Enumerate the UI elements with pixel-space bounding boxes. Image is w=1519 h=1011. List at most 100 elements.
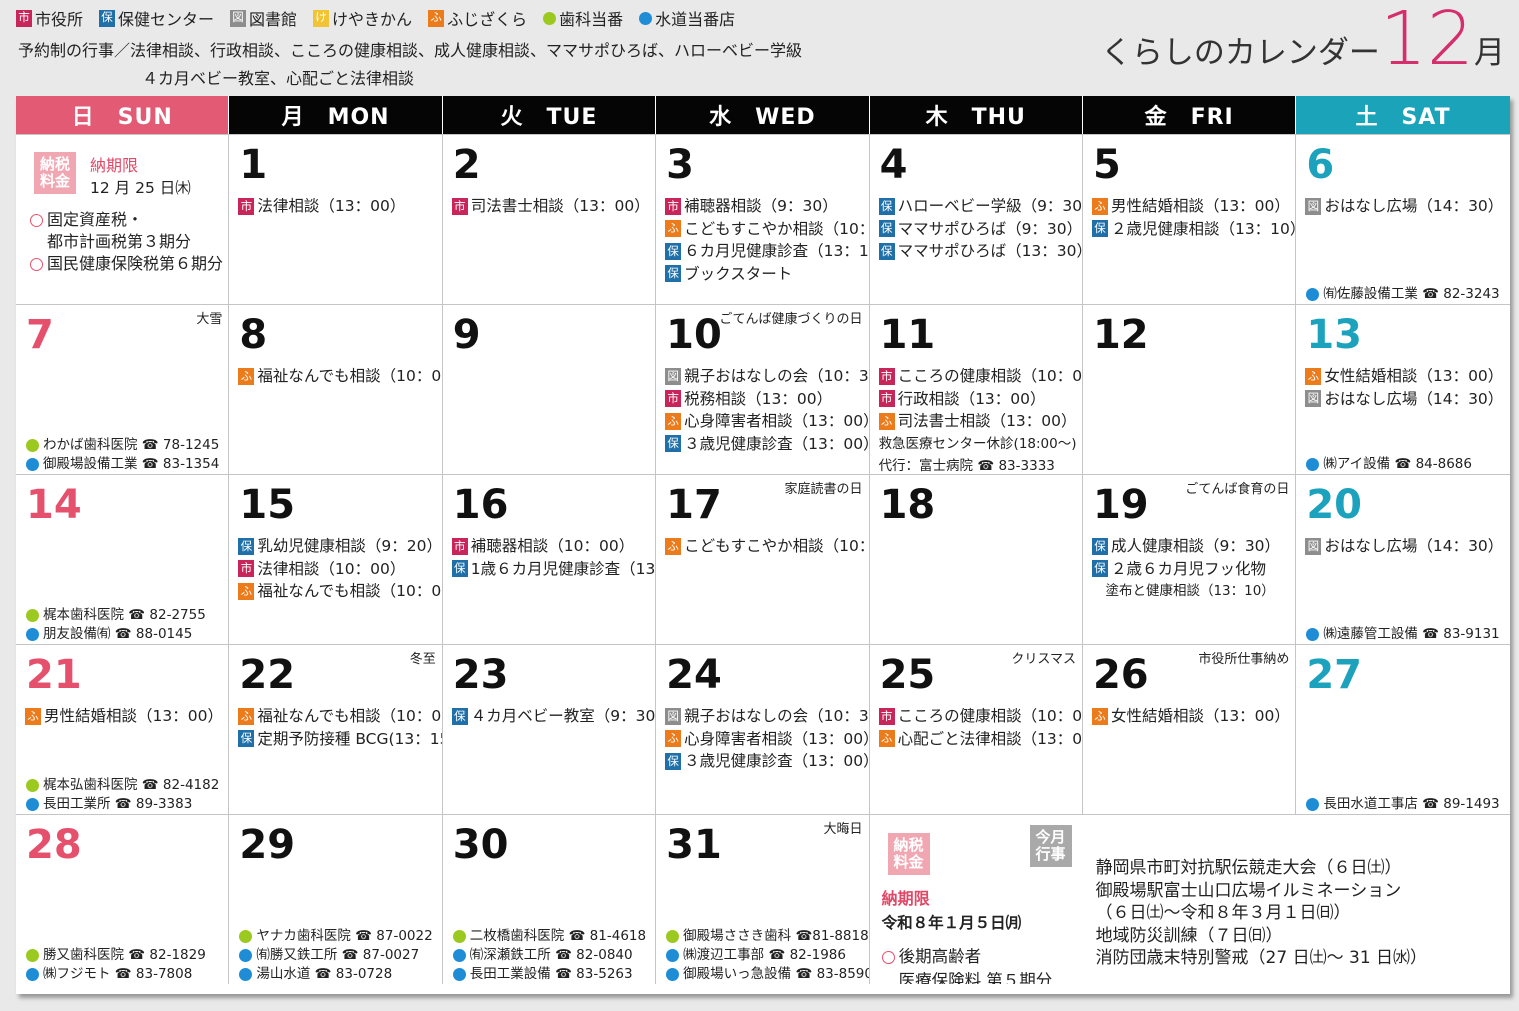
event-item[interactable]: 保ママサポひろば（13：30） [878,240,1082,263]
day-cell[interactable]: 28 勝又歯科医院 ☎ 82-1829 ㈱フジモト ☎ 83-7808 [16,815,230,984]
day-cell[interactable]: 14 梶本歯科医院 ☎ 82-2755 朋友設備㈲ ☎ 88-0145 [16,475,230,644]
event-item[interactable]: 保乳幼児健康相談（9：20） [238,535,442,558]
day-cell[interactable]: 8 ふ福祉なんでも相談（10：00） [229,305,443,474]
event-item[interactable]: ふ心身障害者相談（13：00） [665,728,869,751]
event-item[interactable]: 保成人健康相談（9：30） [1091,535,1293,558]
day-cell[interactable]: 30 二枚橋歯科医院 ☎ 81-4618 ㈲深瀬鉄工所 ☎ 82-0840 長田工業設… [443,815,657,984]
day-cell[interactable]: 5 ふ男性結婚相談（13：00）保 ２歳児健康相談（13：10） [1083,135,1297,304]
day-cell[interactable]: 24図親子おはなしの会（10：30）ふ心身障害者相談（13：00）保３歳児健康診… [656,645,870,814]
event-item[interactable]: 保定期予防接種 BCG(13：15) [238,728,442,751]
legend-item-suido: 水道当番店 [639,6,735,30]
day-cell[interactable]: 3市補聴器相談（9：30）ふこどもすこやか相談（10：00）保６カ月児健康診査（… [656,135,870,304]
day-cell[interactable]: 26 市役所仕事納めふ女性結婚相談（13：00） [1083,645,1297,814]
event-item[interactable]: 市行政相談（13：00） [878,388,1080,411]
event-item[interactable]: ふ女性結婚相談（13：00） [1091,705,1293,728]
day-cell[interactable]: 25クリスマス市こころの健康相談（10：00）ふ心配ごと法律相談（13：00） [870,645,1083,814]
event-item[interactable]: ふ福祉なんでも相談（10：00） [238,580,442,603]
day-cell[interactable]: 6 図おはなし広場（14：30） ㈲佐藤設備工業 ☎ 82-3243 [1296,135,1509,304]
event-item[interactable]: ふ福祉なんでも相談（10：00） [238,705,442,728]
event-text: 税務相談（13：00） [684,389,833,408]
event-item[interactable]: 保 ２歳児健康相談（13：10） [1091,218,1295,241]
event-item[interactable]: ふ女性結婚相談（13：00） [1305,365,1507,388]
event-item[interactable]: 図おはなし広場（14：30） [1305,535,1507,558]
duty-contact-text: 御殿場いっ急設備 ☎ 83-8590 [683,966,870,982]
day-cell[interactable]: 21 ふ男性結婚相談（13：00） 梶本弘歯科医院 ☎ 82-4182 長田工業所 ☎… [16,645,230,814]
event-item[interactable]: 保 ４カ月ベビー教室（9：30） [451,705,655,728]
day-number: 21 [26,652,82,698]
event-item[interactable]: 保ママサポひろば（9：30） [878,218,1082,241]
event-item[interactable]: ふ心配ごと法律相談（13：00） [878,728,1082,751]
event-item[interactable]: ふ心身障害者相談（13：00） [665,410,869,433]
fujizakura-icon: ふ [1091,707,1108,725]
title-text: くらしのカレンダー [1100,35,1380,71]
event-item[interactable]: 保 ３歳児健康診査（13：00） [665,750,870,773]
day-cell[interactable]: 1 市法律相談（13：00） [229,135,443,304]
day-cell[interactable]: 29 ヤナカ歯科医院 ☎ 87-0022 ㈲勝又鉄工所 ☎ 87-0027 湯山水道 … [229,815,443,984]
event-text: ６カ月児健康診査（13：10） [684,242,869,260]
day-cell[interactable]: 17 家庭読書の日ふこどもすこやか相談（10：00） [656,475,870,644]
event-item[interactable]: 保 ２歳６カ月児フッ化物 [1091,558,1293,581]
event-item[interactable]: 図おはなし広場（14：30） [1305,388,1507,411]
event-item[interactable]: 市補聴器相談（10：00） [451,535,653,558]
event-list: 保 ４カ月ベビー教室（9：30） [451,705,655,728]
event-item[interactable]: ふ男性結婚相談（13：00） [1091,195,1293,218]
event-item[interactable]: 救急医療センター休診(18:00～) [879,433,1080,456]
event-item[interactable]: 図親子おはなしの会（10：30） [665,705,869,728]
fujizakura-icon: ふ [665,220,682,238]
day-cell[interactable]: 22冬至ふ福祉なんでも相談（10：00）保定期予防接種 BCG(13：15) [229,645,443,814]
event-item[interactable]: 市税務相談（13：00） [665,388,866,411]
day-cell[interactable]: 10ごてんば健康づくりの日図親子おはなしの会（10：30）市税務相談（13：00… [656,305,870,474]
duty-contacts: 二枚橋歯科医院 ☎ 81-4618 ㈲深瀬鉄工所 ☎ 82-0840 長田工業設備 … [452,927,646,984]
day-note: 大晦日 [823,822,863,837]
event-item[interactable]: 代行：富士病院 ☎ 83-3333 [879,455,1080,474]
day-cell[interactable]: 31 大晦日 御殿場ささき歯科 ☎81-8818 ㈱渡辺工事部 ☎ 82-1986 御殿… [656,815,870,984]
event-item[interactable]: ふ福祉なんでも相談（10：00） [238,365,442,388]
event-item[interactable]: 市こころの健康相談（10：00） [878,705,1082,728]
fujizakura-icon: ふ [1305,367,1322,385]
event-list: 市司法書士相談（13：00） [451,195,653,218]
health-center-icon: 保 [1091,220,1108,238]
city-hall-icon: 市 [878,707,895,725]
event-item[interactable]: 図おはなし広場（14：30） [1305,195,1507,218]
day-cell[interactable]: 16市補聴器相談（10：00）保1歳６カ月児健康診査（13：10） [443,475,657,644]
event-item[interactable]: 保 ３歳児健康診査（13：00） [665,433,869,456]
day-cell[interactable]: 20 図おはなし広場（14：30） ㈱遠藤管工設備 ☎ 83-9131 [1296,475,1509,644]
event-item[interactable]: 市法律相談（10：00） [238,558,439,581]
event-text: ３歳児健康診査（13：00） [684,752,870,770]
event-item[interactable]: 保1歳６カ月児健康診査（13：10） [451,558,655,581]
tax-deadline-box-2: 納税 料金 納期限 令和８年１月５日㈪ [882,833,1021,932]
event-item[interactable]: ふこどもすこやか相談（10：00） [665,535,869,558]
event-item[interactable]: 市法律相談（13：00） [238,195,439,218]
event-item[interactable]: 保ハローベビー学級（9：30） [878,195,1082,218]
duty-contact: 長田工業所 ☎ 89-3383 [26,795,219,814]
event-item[interactable]: 市こころの健康相談（10：00） [878,365,1082,388]
day-cell[interactable]: 4 保ハローベビー学級（9：30）保ママサポひろば（9：30）保ママサポひろば（1… [870,135,1083,304]
duty-contact-text: ㈲勝又鉄工所 ☎ 87-0027 [256,947,420,963]
event-item[interactable]: 保ブックスタート [665,263,866,286]
day-cell[interactable]: 19 ごてんば食育の日保成人健康相談（9：30）保 ２歳６カ月児フッ化物 塗布と健康… [1083,475,1297,644]
day-number: 8 [239,312,268,358]
day-cell[interactable]: 11市こころの健康相談（10：00）市行政相談（13：00）ふ司法書士相談（13… [870,305,1083,474]
event-list: 保乳幼児健康相談（9：20）市法律相談（10：00）ふ福祉なんでも相談（10：0… [238,535,442,603]
day-cell[interactable]: 12 [1083,305,1297,474]
day-cell[interactable]: 7 大雪 わかば歯科医院 ☎ 78-1245 御殿場設備工業 ☎ 83-1354 [16,305,230,474]
day-cell[interactable]: 27 長田水道工事店 ☎ 89-1493 [1296,645,1509,814]
day-cell[interactable]: 2 市司法書士相談（13：00） [443,135,657,304]
event-item[interactable]: ふ男性結婚相談（13：00） [25,705,226,728]
event-item[interactable]: 塗布と健康相談（13：10） [1092,580,1293,603]
day-number: 15 [239,482,296,528]
day-cell[interactable]: 23 保 ４カ月ベビー教室（9：30） [443,645,657,814]
event-item[interactable]: 保６カ月児健康診査（13：10） [665,240,869,263]
event-item[interactable]: ふ司法書士相談（13：00） [878,410,1080,433]
day-cell[interactable]: 15 保乳幼児健康相談（9：20）市法律相談（10：00）ふ福祉なんでも相談（10… [229,475,443,644]
day-cell[interactable]: 納税 料金 納期限 12 月 25 日㈭ 固定資産税・ 都市計画税第３期分 国民健康保険税第… [16,135,230,304]
event-item[interactable]: ふこどもすこやか相談（10：00） [665,218,869,241]
event-item[interactable]: 図親子おはなしの会（10：30） [665,365,869,388]
day-cell[interactable]: 18 [870,475,1083,644]
event-list: 市こころの健康相談（10：00）ふ心配ごと法律相談（13：00） [878,705,1082,751]
event-item[interactable]: 市補聴器相談（9：30） [665,195,866,218]
day-cell[interactable]: 9 [443,305,657,474]
tax-badge: 納税 料金 [34,152,76,194]
day-cell[interactable]: 13 ふ女性結婚相談（13：00）図おはなし広場（14：30） ㈱アイ設備 ☎ 84… [1296,305,1509,474]
event-item[interactable]: 市司法書士相談（13：00） [451,195,653,218]
